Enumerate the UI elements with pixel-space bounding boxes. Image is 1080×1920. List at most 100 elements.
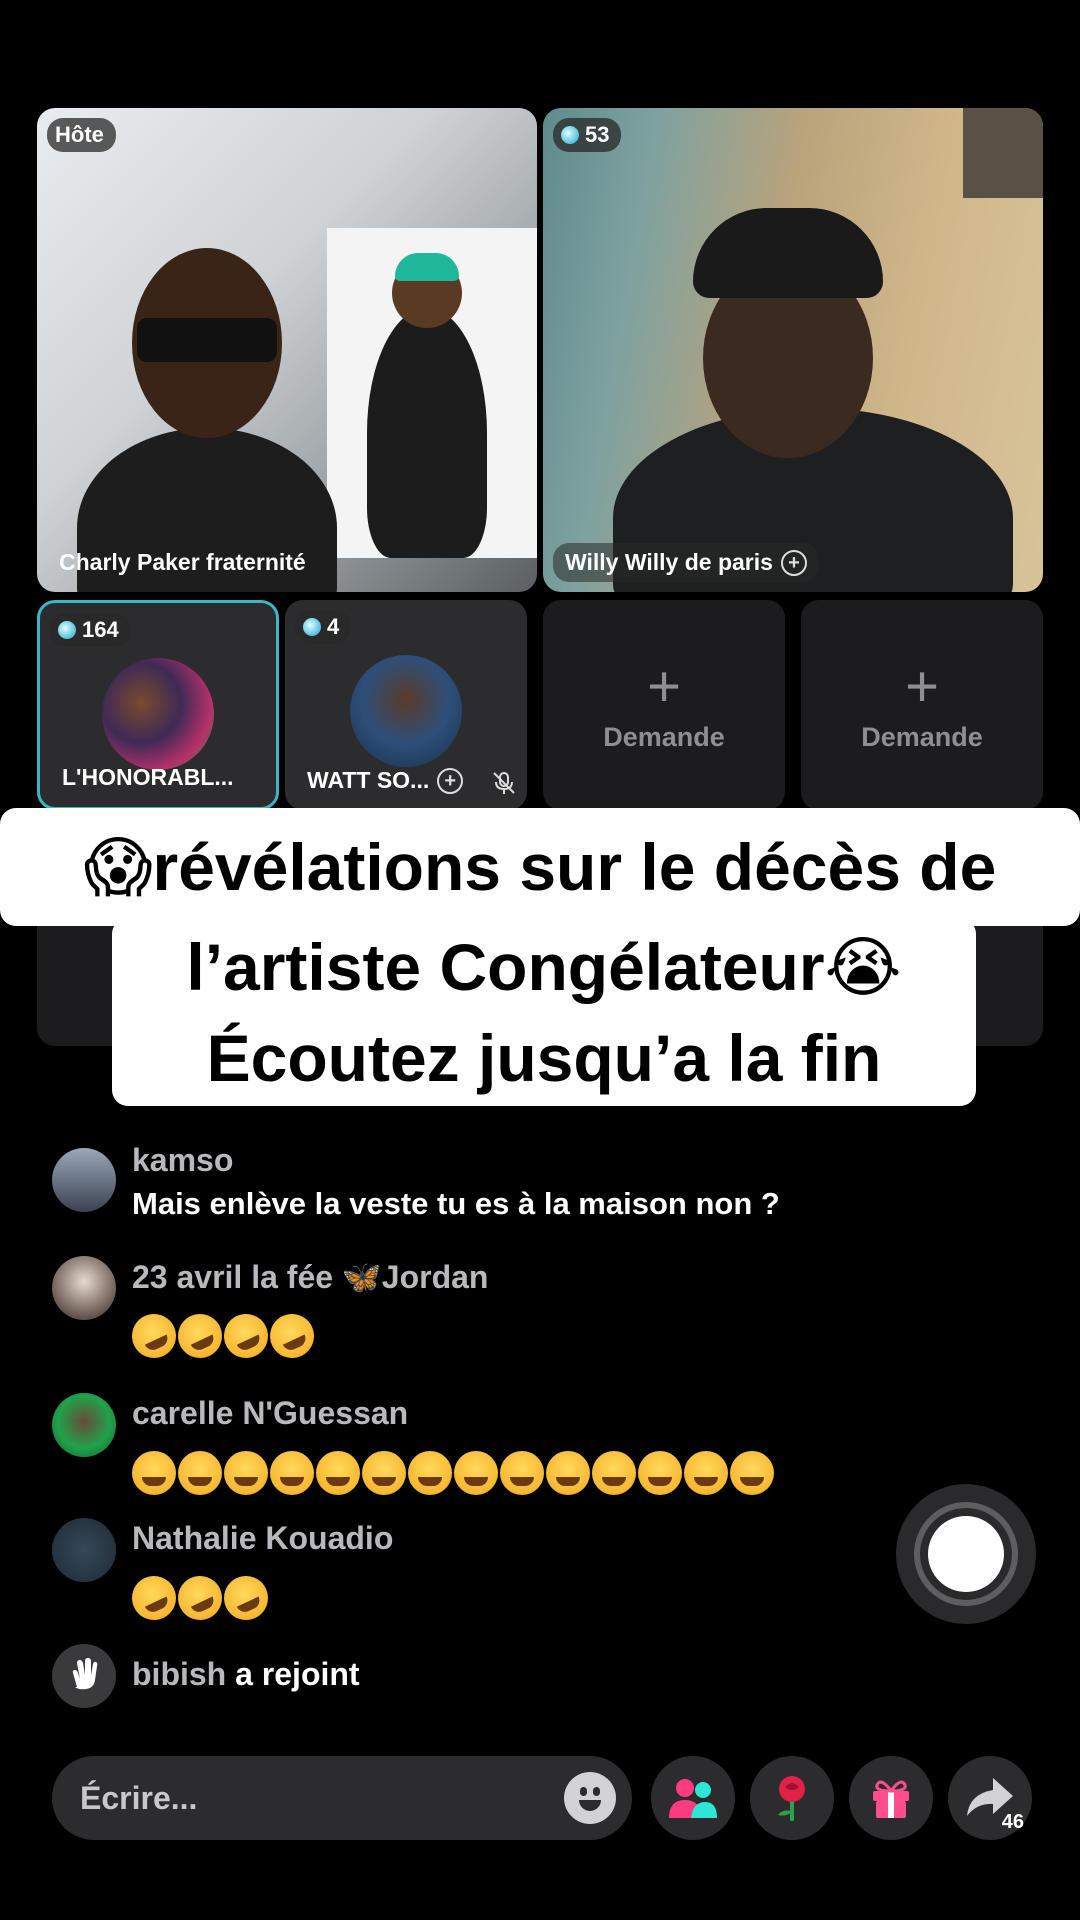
guest-count-badge: 53 xyxy=(553,118,622,152)
gift-button[interactable] xyxy=(849,1756,933,1840)
emoji-picker-icon[interactable] xyxy=(564,1772,616,1824)
rofl-emoji xyxy=(216,1306,276,1366)
rofl-emoji xyxy=(170,1306,230,1366)
rose-gift-button[interactable] xyxy=(750,1756,834,1840)
joy-emoji xyxy=(546,1451,590,1495)
rofl-emoji xyxy=(170,1568,230,1628)
comment-author[interactable]: carelle N'Guessan xyxy=(132,1395,408,1432)
comment-input[interactable]: Écrire... xyxy=(52,1756,632,1840)
guest-1-name: L'HONORABL... xyxy=(50,758,246,797)
comment-author[interactable]: Nathalie Kouadio xyxy=(132,1520,393,1557)
comment-author[interactable]: kamso xyxy=(132,1142,233,1179)
record-button[interactable] xyxy=(896,1484,1036,1624)
record-dot xyxy=(928,1516,1004,1592)
caption-block-2: l’artiste Congélateur😭 Écoutez jusqu’a l… xyxy=(112,918,976,1106)
comment-item: Nathalie Kouadio xyxy=(52,1518,952,1628)
guest-video-tile[interactable]: 53 Willy Willy de paris + xyxy=(543,108,1043,592)
request-slot-content: + Demande xyxy=(543,600,785,810)
joy-emoji xyxy=(316,1451,360,1495)
plus-icon: + xyxy=(647,653,681,719)
crying-emoji: 😭 xyxy=(824,928,902,1006)
comment-avatar[interactable] xyxy=(52,1148,116,1212)
rofl-emoji xyxy=(216,1568,276,1628)
request-slot-content: + Demande xyxy=(801,600,1043,810)
guest-tile-2[interactable]: 4 WATT SO... + xyxy=(285,600,527,810)
caption-line-3: Écoutez jusqu’a la fin xyxy=(206,1020,882,1095)
guest-count: 53 xyxy=(585,122,610,147)
wall-frame xyxy=(963,108,1043,198)
joy-emoji xyxy=(500,1451,544,1495)
guest-tile-1[interactable]: 164 L'HONORABL... xyxy=(37,600,279,810)
comment-item: kamso Mais enlève la veste tu es à la ma… xyxy=(52,1142,952,1248)
gem-icon xyxy=(561,126,579,144)
comment-input-placeholder: Écrire... xyxy=(80,1780,198,1816)
share-button[interactable]: 46 xyxy=(948,1756,1032,1840)
gem-icon xyxy=(303,618,321,636)
guest-2-name-label: WATT SO... xyxy=(307,767,430,793)
guest-2-count-badge: 4 xyxy=(295,610,352,644)
guest-name[interactable]: Willy Willy de paris + xyxy=(553,543,819,582)
comment-author[interactable]: 23 avril la fée 🦋Jordan xyxy=(132,1258,488,1296)
guest-1-name-label: L'HONORABL... xyxy=(62,764,234,790)
caption-text-2: l’artiste Congélateur xyxy=(186,929,825,1004)
follow-plus-icon[interactable]: + xyxy=(780,549,807,576)
joy-emoji xyxy=(224,1451,268,1495)
guest-cap xyxy=(693,208,883,298)
caption-line-2: l’artiste Congélateur😭 xyxy=(112,922,976,1013)
gift-icon xyxy=(873,1780,909,1818)
plus-icon: + xyxy=(905,653,939,719)
joy-emoji xyxy=(132,1451,176,1495)
rofl-emoji xyxy=(124,1306,184,1366)
joy-emoji xyxy=(408,1451,452,1495)
join-text: bibish a rejoint xyxy=(132,1656,360,1693)
record-ring xyxy=(914,1502,1018,1606)
joy-emoji xyxy=(454,1451,498,1495)
rofl-emoji xyxy=(124,1568,184,1628)
guests-button[interactable] xyxy=(651,1756,735,1840)
comment-avatar[interactable] xyxy=(52,1518,116,1582)
joy-emoji xyxy=(270,1451,314,1495)
rofl-emoji xyxy=(262,1306,322,1366)
request-slot-2[interactable]: + Demande xyxy=(801,600,1043,810)
guest-1-count-badge: 164 xyxy=(50,613,131,647)
poster-figure-hair xyxy=(395,253,459,281)
guest-2-count: 4 xyxy=(327,614,340,639)
poster-figure xyxy=(367,308,487,558)
request-label: Demande xyxy=(861,721,983,752)
joy-emoji xyxy=(730,1451,774,1495)
caption-text-1: révélations sur le décès de xyxy=(152,830,997,904)
joy-emoji xyxy=(362,1451,406,1495)
wave-hand-icon xyxy=(52,1644,116,1708)
joy-emoji xyxy=(178,1451,222,1495)
rose-icon xyxy=(778,1776,805,1821)
host-video-tile[interactable]: Hôte Charly Paker fraternité xyxy=(37,108,537,592)
guest-2-avatar xyxy=(350,655,462,767)
comment-emoji-row xyxy=(124,1306,322,1366)
comment-emoji-row xyxy=(124,1568,276,1628)
guest-2-name: WATT SO... + xyxy=(295,761,475,800)
request-slot-1[interactable]: + Demande xyxy=(543,600,785,810)
comment-text: Mais enlève la veste tu es à la maison n… xyxy=(132,1186,780,1221)
host-badge: Hôte xyxy=(47,118,116,152)
gem-icon xyxy=(58,621,76,639)
guest-1-count: 164 xyxy=(82,617,119,642)
comment-item: 23 avril la fée 🦋Jordan xyxy=(52,1256,952,1366)
mic-muted-icon xyxy=(493,772,515,794)
comment-avatar[interactable] xyxy=(52,1256,116,1320)
joy-emoji xyxy=(684,1451,728,1495)
people-icon xyxy=(669,1779,717,1818)
caption-line-1: 😱révélations sur le décès de xyxy=(0,808,1080,926)
guest-name-label: Willy Willy de paris xyxy=(565,549,773,575)
host-name[interactable]: Charly Paker fraternité xyxy=(47,543,318,582)
request-label: Demande xyxy=(603,721,725,752)
comment-avatar[interactable] xyxy=(52,1393,116,1457)
scream-emoji: 😱 xyxy=(83,829,153,906)
follow-plus-icon[interactable]: + xyxy=(437,767,464,794)
host-sunglasses xyxy=(137,318,277,362)
host-badge-label: Hôte xyxy=(55,122,104,147)
joined-user-name[interactable]: bibish xyxy=(132,1656,226,1692)
joy-emoji xyxy=(592,1451,636,1495)
guest-1-avatar xyxy=(102,658,214,770)
joined-suffix: a rejoint xyxy=(226,1656,360,1692)
host-name-label: Charly Paker fraternité xyxy=(59,549,306,575)
